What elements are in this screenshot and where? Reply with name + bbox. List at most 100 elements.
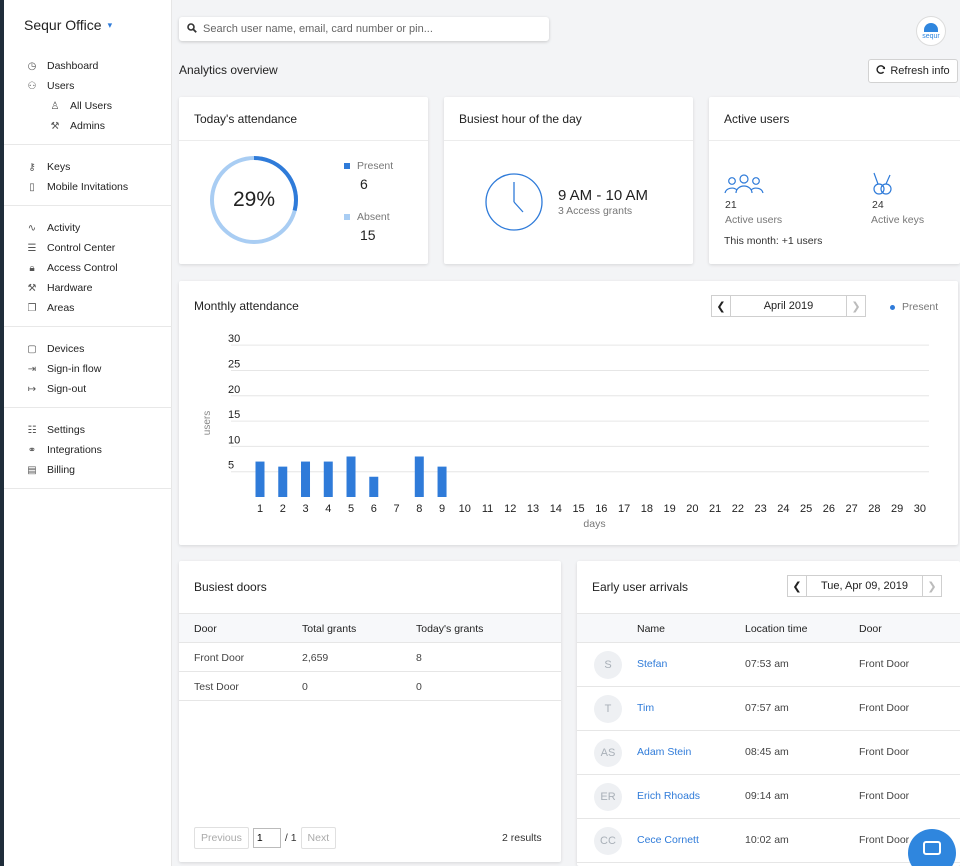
search-input[interactable]	[203, 23, 533, 35]
active-users-count: 21	[725, 199, 737, 211]
sign-out-icon: ↦	[27, 383, 37, 395]
y-axis-label: users	[202, 411, 213, 435]
monthly-attendance-card: Monthly attendance ❮ April 2019 ❯ Presen…	[179, 281, 958, 545]
sidebar-item-users[interactable]: ⚇ Users	[4, 76, 172, 96]
sidebar-item-billing[interactable]: ▤ Billing	[4, 460, 172, 480]
sidebar-item-label: All Users	[70, 100, 113, 112]
bar	[414, 456, 424, 497]
user-name-link[interactable]: Erich Rhoads	[637, 790, 700, 802]
sidebar-item-label: Sign-out	[47, 383, 87, 395]
sidebar-item-activity[interactable]: ∿ Activity	[4, 218, 172, 238]
user-name-link[interactable]: Tim	[637, 702, 654, 714]
refresh-button[interactable]: Refresh info	[868, 59, 958, 83]
caret-down-icon: ▾	[107, 19, 113, 30]
sidebar-item-sign-in-flow[interactable]: ⇥ Sign-in flow	[4, 359, 172, 379]
previous-page-button[interactable]: Previous	[194, 827, 249, 849]
todays-grants: 8	[416, 652, 422, 664]
next-page-button[interactable]: Next	[300, 827, 337, 849]
busiest-doors-card: Busiest doors Door Total grants Today's …	[179, 561, 561, 862]
date-navigator: ❮ Tue, Apr 09, 2019 ❯	[787, 575, 942, 597]
sidebar-item-keys[interactable]: ⚷ Keys	[4, 157, 172, 177]
users-group-icon	[724, 174, 764, 194]
sidebar-item-label: Hardware	[47, 282, 93, 294]
sidebar-item-access-control[interactable]: 🔒︎ Access Control	[4, 258, 172, 278]
lock-icon: 🔒︎	[29, 262, 35, 274]
sidebar-group: ▢ Devices ⇥ Sign-in flow ↦ Sign-out	[4, 339, 172, 408]
active-users-label: Active users	[725, 214, 783, 226]
sidebar-item-sign-out[interactable]: ↦ Sign-out	[4, 379, 172, 399]
account-avatar[interactable]: sequr	[916, 16, 946, 46]
table-row: T Tim 07:57 am Front Door	[577, 687, 960, 731]
dashboard-icon: ◷	[27, 60, 37, 72]
sidebar-item-dashboard[interactable]: ◷ Dashboard	[4, 56, 172, 76]
x-tick-label: 28	[868, 503, 880, 515]
table-row: CC Cece Cornett 10:02 am Front Door	[577, 819, 960, 863]
doors-table-header: Door Total grants Today's grants	[179, 613, 561, 643]
sidebar-item-integrations[interactable]: ⚭ Integrations	[4, 440, 172, 460]
chat-icon	[923, 841, 941, 855]
x-tick-label: 14	[550, 503, 562, 515]
col-todays-grants: Today's grants	[416, 623, 484, 635]
sidebar-item-all-users[interactable]: ♙ All Users	[4, 96, 172, 116]
x-tick-label: 19	[663, 503, 675, 515]
sidebar-item-settings[interactable]: ☷ Settings	[4, 420, 172, 440]
col-name: Name	[637, 623, 666, 635]
sidebar-group: ∿ Activity ☰ Control Center 🔒︎ Access Control…	[4, 218, 172, 327]
bar	[346, 456, 356, 497]
present-swatch	[344, 163, 350, 169]
users-icon: ⚇	[27, 80, 37, 92]
table-row: S Stefan 07:53 am Front Door	[577, 643, 960, 687]
location-time: 07:57 am	[745, 702, 789, 714]
present-label: Present	[357, 160, 394, 172]
todays-grants: 0	[416, 681, 422, 693]
search-icon	[187, 22, 197, 36]
x-tick-label: 5	[348, 503, 354, 515]
x-tick-label: 17	[618, 503, 630, 515]
x-axis-label: days	[583, 518, 605, 530]
org-switcher[interactable]: Sequr Office ▾	[24, 17, 112, 33]
sidebar-item-admins[interactable]: ⚒ Admins	[4, 116, 172, 136]
bar	[278, 466, 288, 497]
link-icon: ⚭	[27, 444, 37, 456]
location-time: 07:53 am	[745, 658, 789, 670]
y-tick-label: 5	[228, 460, 234, 472]
busiest-doors-title: Busiest doors	[194, 580, 267, 594]
location-time: 10:02 am	[745, 834, 789, 846]
active-users-title: Active users	[709, 97, 960, 141]
sidebar-item-label: Dashboard	[47, 60, 99, 72]
user-initials-avatar: T	[594, 695, 622, 723]
user-initials-avatar: ER	[594, 783, 622, 811]
sidebar-item-hardware[interactable]: ⚒ Hardware	[4, 278, 172, 298]
y-tick-label: 20	[228, 384, 240, 396]
door-name: Test Door	[194, 681, 239, 693]
user-initials-avatar: S	[594, 651, 622, 679]
table-row: AS Adam Stein 08:45 am Front Door	[577, 731, 960, 775]
x-tick-label: 20	[686, 503, 698, 515]
door-name: Front Door	[859, 746, 910, 758]
clock-icon	[485, 173, 543, 231]
search-box[interactable]	[179, 17, 549, 41]
sliders-icon: ☷	[27, 424, 37, 436]
sidebar-item-devices[interactable]: ▢ Devices	[4, 339, 172, 359]
prev-day-button[interactable]: ❮	[787, 575, 807, 597]
user-icon: ♙	[50, 100, 60, 112]
sidebar-item-label: Admins	[70, 120, 106, 132]
y-tick-label: 25	[228, 358, 240, 370]
sidebar-group: ◷ Dashboard ⚇ Users ♙ All Users ⚒ Admins	[4, 56, 172, 145]
sidebar-item-mobile-invitations[interactable]: ▯ Mobile Invitations	[4, 177, 172, 197]
user-name-link[interactable]: Stefan	[637, 658, 667, 670]
x-tick-label: 30	[914, 503, 926, 515]
active-users-month: This month: +1 users	[724, 235, 823, 247]
y-tick-label: 30	[228, 333, 240, 345]
sidebar-item-control-center[interactable]: ☰ Control Center	[4, 238, 172, 258]
x-tick-label: 15	[572, 503, 584, 515]
user-name-link[interactable]: Cece Cornett	[637, 834, 699, 846]
user-name-link[interactable]: Adam Stein	[637, 746, 691, 758]
x-tick-label: 1	[257, 503, 263, 515]
key-icon: ⚷	[28, 161, 36, 173]
table-row: Test Door 0 0	[179, 672, 561, 701]
absent-legend: Absent	[344, 211, 390, 223]
next-day-button[interactable]: ❯	[922, 575, 942, 597]
sidebar-item-areas[interactable]: ❐ Areas	[4, 298, 172, 318]
page-number-input[interactable]	[252, 828, 281, 848]
